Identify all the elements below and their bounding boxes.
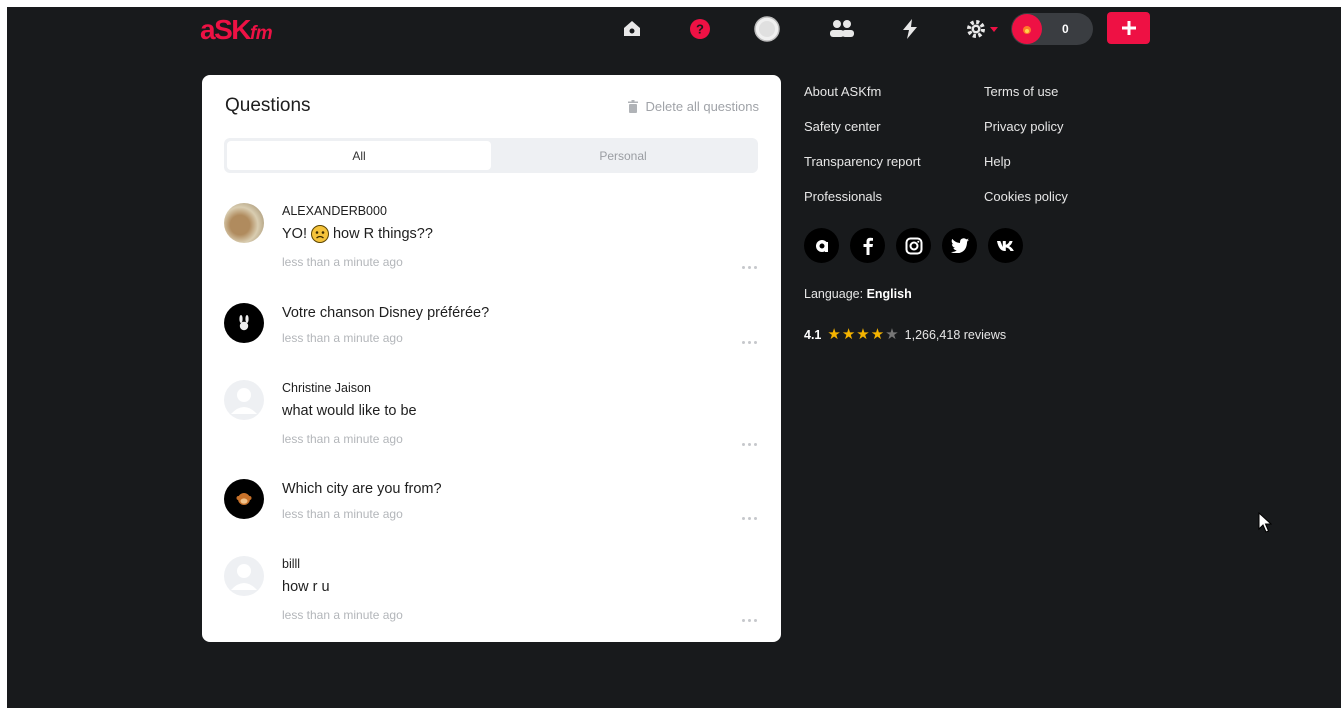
link-about[interactable]: About ASKfm (804, 84, 881, 99)
link-safety-center[interactable]: Safety center (804, 119, 881, 134)
delete-all-label: Delete all questions (645, 99, 759, 114)
dot-icon (748, 517, 751, 520)
dot-icon (748, 443, 751, 446)
rating-value: 4.1 (804, 327, 822, 342)
profile-button[interactable] (752, 13, 782, 45)
question-author[interactable]: ALEXANDERB000 (282, 203, 759, 220)
dot-icon (748, 619, 751, 622)
link-privacy[interactable]: Privacy policy (984, 119, 1063, 134)
dot-icon (754, 443, 757, 446)
more-options-button[interactable] (742, 443, 757, 446)
question-time: less than a minute ago (282, 507, 403, 521)
rabbit-avatar-icon (239, 315, 249, 331)
app-rating: 4.1 ★ ★ ★ ★ ★ 1,266,418 reviews (804, 327, 1006, 342)
dot-icon (754, 619, 757, 622)
user-avatar[interactable] (224, 203, 264, 243)
question-text: Votre chanson Disney préférée? (282, 305, 490, 321)
link-cookies[interactable]: Cookies policy (984, 189, 1068, 204)
lightning-icon (903, 19, 917, 39)
dot-icon (754, 266, 757, 269)
mouse-cursor-icon (1258, 512, 1272, 533)
question-author[interactable]: Christine Jaison (282, 380, 759, 397)
question-time: less than a minute ago (282, 608, 403, 622)
sad-face-emoji-icon (310, 225, 329, 243)
more-options-button[interactable] (742, 619, 757, 622)
dot-icon (754, 341, 757, 344)
svg-text:?: ? (696, 22, 704, 37)
star-icon: ★ (856, 326, 870, 343)
home-icon (624, 21, 640, 36)
question-text: what would like to be (282, 403, 417, 419)
rating-stars: ★ ★ ★ ★ ★ (827, 327, 898, 342)
more-options-button[interactable] (742, 517, 757, 520)
user-avatar[interactable] (224, 303, 264, 343)
askfm-logo[interactable]: aSKfm (200, 15, 273, 49)
facebook-icon[interactable] (850, 228, 885, 263)
dot-icon (754, 517, 757, 520)
link-professionals[interactable]: Professionals (804, 189, 882, 204)
dot-icon (742, 619, 745, 622)
dot-icon (742, 341, 745, 344)
user-avatar[interactable] (224, 479, 264, 519)
questions-button[interactable]: ? (685, 13, 715, 45)
friends-button[interactable] (825, 13, 859, 45)
plus-icon (1121, 21, 1136, 35)
caret-down-icon (989, 27, 998, 32)
home-button[interactable] (617, 13, 647, 45)
language-selector[interactable]: Language: English (804, 287, 912, 301)
reviews-count: 1,266,418 reviews (904, 327, 1007, 342)
questions-card: Questions Delete all questions All Perso… (202, 75, 781, 642)
friends-icon (830, 20, 854, 37)
language-value[interactable]: English (867, 287, 912, 301)
twitter-icon[interactable] (942, 228, 977, 263)
star-icon: ★ (885, 326, 899, 343)
instagram-icon[interactable] (896, 228, 931, 263)
app-window: aSKfm ? 0 Questions Delete all questions… (7, 7, 1341, 708)
more-options-button[interactable] (742, 266, 757, 269)
tab-all[interactable]: All (227, 141, 491, 170)
settings-button[interactable] (962, 13, 1002, 45)
streak-count: 0 (1062, 22, 1069, 36)
streak-badge[interactable]: 0 (1011, 13, 1093, 45)
question-time: less than a minute ago (282, 255, 403, 269)
trash-icon (627, 100, 638, 113)
page-title: Questions (225, 95, 311, 116)
dot-icon (748, 266, 751, 269)
star-icon: ★ (841, 326, 856, 343)
profile-avatar-icon (754, 16, 780, 42)
gear-icon (966, 20, 985, 38)
question-time: less than a minute ago (282, 331, 403, 345)
question-tabs: All Personal (224, 138, 758, 173)
link-terms[interactable]: Terms of use (984, 84, 1058, 99)
star-icon: ★ (870, 326, 885, 343)
question-time: less than a minute ago (282, 432, 403, 446)
question-text: how r u (282, 579, 330, 595)
question-text: YO! how R things?? (282, 225, 433, 243)
monkey-avatar-icon (236, 493, 252, 505)
ask-question-button[interactable] (1107, 12, 1150, 44)
question-author[interactable]: billl (282, 556, 759, 573)
question-text: Which city are you from? (282, 481, 442, 497)
flame-icon (1012, 14, 1042, 44)
more-options-button[interactable] (742, 341, 757, 344)
question-icon: ? (690, 19, 710, 39)
star-icon: ★ (827, 326, 841, 343)
default-avatar-icon[interactable] (224, 380, 264, 420)
tab-personal[interactable]: Personal (491, 141, 755, 170)
vk-icon[interactable] (988, 228, 1023, 263)
dot-icon (742, 266, 745, 269)
askfm-icon[interactable] (804, 228, 839, 263)
social-links (804, 228, 1023, 263)
dot-icon (742, 443, 745, 446)
link-transparency-report[interactable]: Transparency report (804, 154, 921, 169)
activity-button[interactable] (897, 13, 923, 45)
dot-icon (742, 517, 745, 520)
default-avatar-icon[interactable] (224, 556, 264, 596)
link-help[interactable]: Help (984, 154, 1011, 169)
dot-icon (748, 341, 751, 344)
delete-all-button[interactable]: Delete all questions (627, 99, 759, 114)
